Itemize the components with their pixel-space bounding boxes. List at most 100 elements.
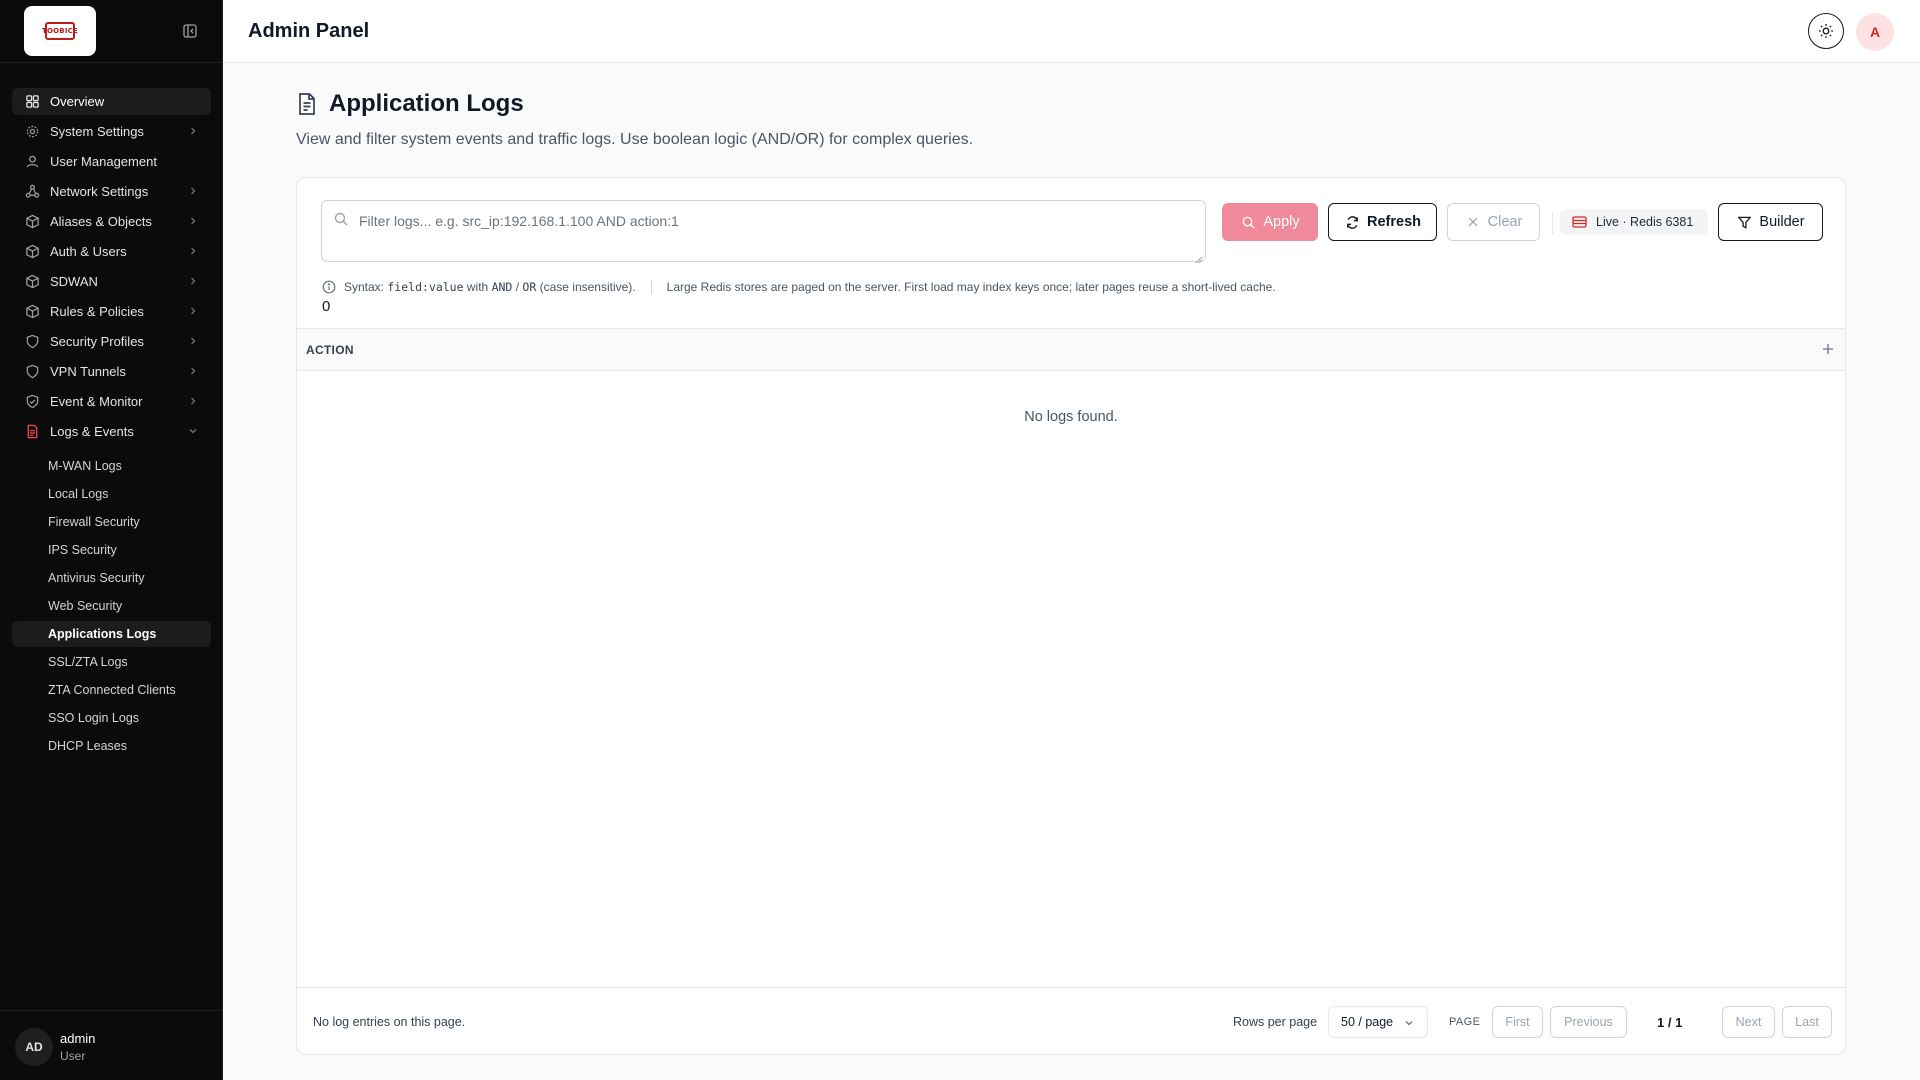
user-icon xyxy=(24,154,40,170)
box-icon xyxy=(24,304,40,320)
sidebar-item-label: System Settings xyxy=(50,124,144,139)
rows-per-page-select[interactable]: 50 / page xyxy=(1328,1006,1428,1038)
sidebar-user-card[interactable]: AD admin User xyxy=(0,1010,223,1080)
box-icon xyxy=(24,274,40,290)
sidebar-subitem-sso-login-logs[interactable]: SSO Login Logs xyxy=(12,705,211,731)
info-icon xyxy=(322,280,336,294)
logs-table: ACTION No logs found. xyxy=(297,328,1845,988)
table-header: ACTION xyxy=(297,329,1845,371)
refresh-label: Refresh xyxy=(1367,214,1421,230)
filter-placeholder: Filter logs... e.g. src_ip:192.168.1.100… xyxy=(359,213,679,229)
sidebar-nav: Overview System Settings User Management… xyxy=(12,88,211,761)
syntax-code: field:value xyxy=(387,280,464,294)
gear-icon xyxy=(24,124,40,140)
hint-divider xyxy=(650,280,652,294)
main-content: Application Logs View and filter system … xyxy=(223,63,1920,1080)
sidebar-item-security-profiles[interactable]: Security Profiles xyxy=(12,328,211,355)
sidebar-item-vpn-tunnels[interactable]: VPN Tunnels xyxy=(12,358,211,385)
sidebar-subitem-local-logs[interactable]: Local Logs xyxy=(12,481,211,507)
header-title: Admin Panel xyxy=(248,20,370,42)
sidebar-item-rules-policies[interactable]: Rules & Policies xyxy=(12,298,211,325)
chevron-right-icon xyxy=(187,275,199,287)
page-indicator: 1 / 1 xyxy=(1657,1015,1683,1030)
chevron-right-icon xyxy=(187,215,199,227)
add-column-icon[interactable] xyxy=(1821,342,1835,356)
sidebar-header: TOOBICE xyxy=(0,0,222,63)
rows-per-page-label: Rows per page xyxy=(1233,1015,1318,1029)
sidebar-item-logs-events[interactable]: Logs & Events xyxy=(12,418,211,445)
sidebar-subitem-web-security[interactable]: Web Security xyxy=(12,593,211,619)
apply-label: Apply xyxy=(1263,214,1300,230)
clear-label: Clear xyxy=(1487,214,1523,230)
clear-button[interactable]: Clear xyxy=(1447,203,1540,241)
sidebar-subitem-firewall-security[interactable]: Firewall Security xyxy=(12,509,211,535)
sidebar-subitem-dhcp-leases[interactable]: DHCP Leases xyxy=(12,733,211,759)
filter-funnel-icon xyxy=(1736,214,1752,230)
sidebar-subitem-mwan-logs[interactable]: M-WAN Logs xyxy=(12,453,211,479)
refresh-button[interactable]: Refresh xyxy=(1328,203,1437,241)
shield-icon xyxy=(24,364,40,380)
syntax-or: OR xyxy=(522,280,537,294)
sidebar-item-label: Auth & Users xyxy=(50,244,127,259)
last-page-button[interactable]: Last xyxy=(1782,1006,1832,1038)
rows-per-page-value: 50 / page xyxy=(1341,1015,1394,1029)
sidebar-item-network-settings[interactable]: Network Settings xyxy=(12,178,211,205)
database-icon xyxy=(1572,216,1587,228)
resize-handle-icon[interactable] xyxy=(1195,251,1203,264)
sidebar-item-auth-users[interactable]: Auth & Users xyxy=(12,238,211,265)
toolbar-divider xyxy=(1552,212,1553,234)
logs-submenu: M-WAN Logs Local Logs Firewall Security … xyxy=(12,453,211,759)
sidebar-subitem-antivirus-security[interactable]: Antivirus Security xyxy=(12,565,211,591)
sidebar-subitem-zta-connected-clients[interactable]: ZTA Connected Clients xyxy=(12,677,211,703)
sidebar-subitem-ssl-zta-logs[interactable]: SSL/ZTA Logs xyxy=(12,649,211,675)
search-icon xyxy=(333,211,349,227)
sidebar-item-label: Network Settings xyxy=(50,184,149,199)
sidebar-item-label: SDWAN xyxy=(50,274,98,289)
sidebar-subitem-ips-security[interactable]: IPS Security xyxy=(12,537,211,563)
apply-button[interactable]: Apply xyxy=(1222,203,1318,241)
sidebar-item-overview[interactable]: Overview xyxy=(12,88,211,115)
sidebar-item-event-monitor[interactable]: Event & Monitor xyxy=(12,388,211,415)
chevron-right-icon xyxy=(187,335,199,347)
avatar: AD xyxy=(15,1028,53,1066)
chevron-down-icon xyxy=(187,425,199,437)
sidebar-item-sdwan[interactable]: SDWAN xyxy=(12,268,211,295)
sidebar-item-user-management[interactable]: User Management xyxy=(12,148,211,175)
brand-logo[interactable]: TOOBICE xyxy=(24,6,96,56)
chevron-right-icon xyxy=(187,365,199,377)
theme-toggle-button[interactable] xyxy=(1808,13,1844,49)
filter-query-input[interactable]: Filter logs... e.g. src_ip:192.168.1.100… xyxy=(321,200,1206,264)
builder-button[interactable]: Builder xyxy=(1718,203,1823,241)
sidebar-collapse-icon[interactable] xyxy=(182,23,198,39)
shield-check-icon xyxy=(24,394,40,410)
search-icon xyxy=(1240,214,1256,230)
column-header-action[interactable]: ACTION xyxy=(306,343,354,357)
page-title-row: Application Logs xyxy=(296,90,524,118)
brand-logo-mark: TOOBICE xyxy=(42,22,78,40)
page-title: Application Logs xyxy=(329,90,524,117)
page-summary: No log entries on this page. xyxy=(313,1015,466,1029)
live-label: Live · Redis 6381 xyxy=(1596,215,1694,229)
chevron-right-icon xyxy=(187,305,199,317)
previous-page-button[interactable]: Previous xyxy=(1550,1006,1627,1038)
chevron-down-icon xyxy=(1403,1017,1415,1029)
chevron-right-icon xyxy=(187,395,199,407)
box-icon xyxy=(24,214,40,230)
chevron-right-icon xyxy=(187,125,199,137)
user-menu-avatar[interactable]: A xyxy=(1856,13,1894,51)
sidebar-item-system-settings[interactable]: System Settings xyxy=(12,118,211,145)
syntax-and: AND xyxy=(491,280,513,294)
sun-icon xyxy=(1818,23,1834,39)
next-page-button[interactable]: Next xyxy=(1722,1006,1775,1038)
first-page-button[interactable]: First xyxy=(1492,1006,1543,1038)
sidebar-item-label: Overview xyxy=(50,94,105,109)
refresh-icon xyxy=(1344,214,1360,230)
chevron-right-icon xyxy=(187,245,199,257)
result-count: 0 xyxy=(322,298,331,315)
sidebar-subitem-applications-logs[interactable]: Applications Logs xyxy=(12,621,211,647)
sidebar-item-label: User Management xyxy=(50,154,157,169)
shield-icon xyxy=(24,334,40,350)
redis-note: Large Redis stores are paged on the serv… xyxy=(666,280,1276,294)
sidebar-item-aliases-objects[interactable]: Aliases & Objects xyxy=(12,208,211,235)
sidebar-item-label: Event & Monitor xyxy=(50,394,143,409)
